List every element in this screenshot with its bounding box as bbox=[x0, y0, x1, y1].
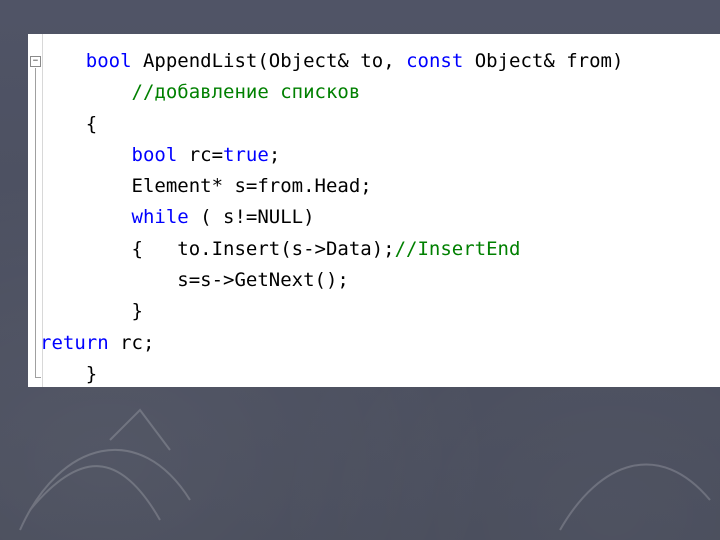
code-keyword: bool bbox=[131, 143, 178, 166]
code-keyword: bool bbox=[85, 50, 132, 72]
code-text: } bbox=[40, 300, 143, 323]
code-text: } bbox=[40, 362, 98, 385]
code-line: while ( s!=NULL) bbox=[40, 202, 623, 233]
code-text: Element* s=from.Head; bbox=[40, 175, 372, 198]
code-line: { to.Insert(s->Data);//InsertEnd bbox=[40, 234, 623, 265]
code-keyword: while bbox=[131, 206, 189, 229]
code-text: { to.Insert(s->Data); bbox=[40, 237, 395, 260]
code-editor: − bool AppendList(Object& to, const Obje… bbox=[28, 34, 720, 387]
code-line: s=s->GetNext(); bbox=[40, 265, 623, 296]
code-text: { bbox=[40, 112, 98, 135]
code-line: bool AppendList(Object& to, const Object… bbox=[40, 46, 624, 77]
code-keyword: true bbox=[223, 143, 269, 166]
code-text: AppendList(Object& to, bbox=[131, 50, 407, 72]
code-line: Element* s=from.Head; bbox=[40, 171, 623, 202]
outline-line bbox=[35, 68, 36, 378]
code-text: ( s!=NULL) bbox=[188, 206, 315, 229]
code-line: return rc; bbox=[40, 328, 623, 359]
code-text: ; bbox=[268, 143, 281, 166]
slide-decoration bbox=[19, 408, 711, 531]
code-text: rc; bbox=[108, 331, 155, 354]
code-text: rc= bbox=[177, 143, 224, 166]
code-line: } bbox=[40, 359, 623, 387]
code-line: { bbox=[40, 109, 623, 140]
code-text: s=s->GetNext(); bbox=[40, 269, 349, 292]
code-keyword: const bbox=[406, 50, 464, 72]
code-comment: //InsertEnd bbox=[394, 237, 521, 260]
code-keyword: return bbox=[40, 331, 109, 354]
code-block: bool AppendList(Object& to, const Object… bbox=[40, 46, 623, 387]
code-text: Object& from) bbox=[463, 50, 624, 72]
code-line: bool rc=true; bbox=[40, 140, 623, 171]
code-comment: //добавление списков bbox=[131, 81, 361, 104]
code-line: //добавление списков bbox=[40, 77, 623, 108]
code-line: } bbox=[40, 296, 623, 327]
